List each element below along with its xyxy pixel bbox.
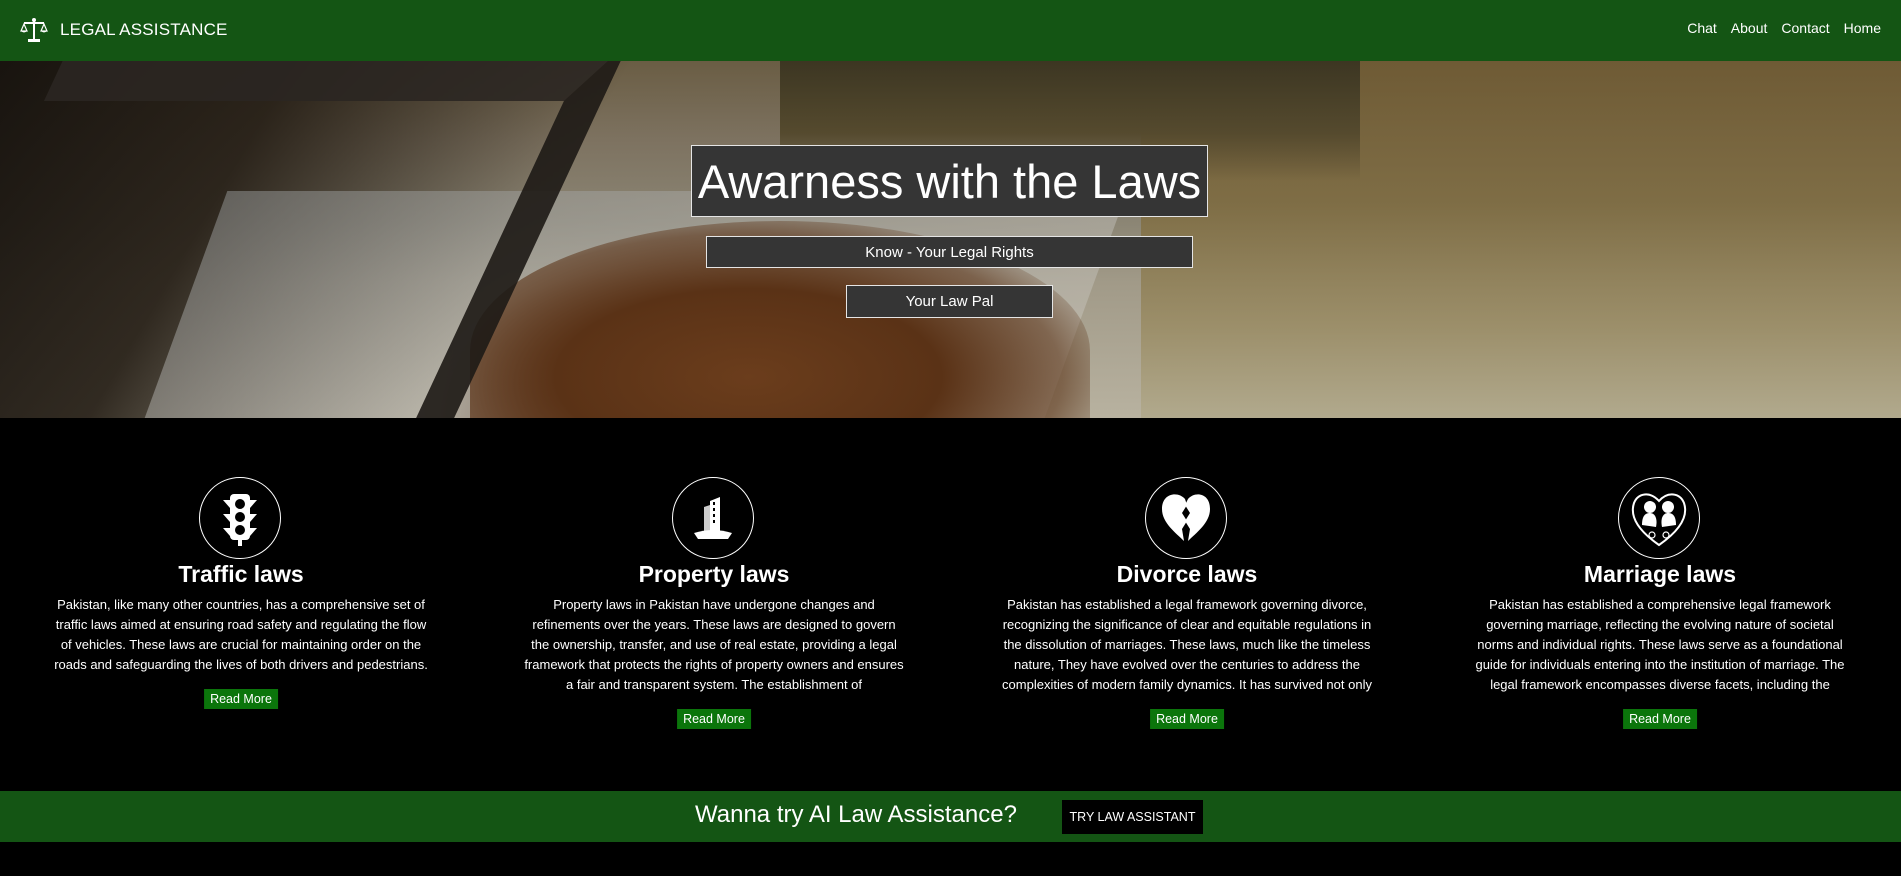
card-description: Pakistan has established a legal framewo… [1002,597,1372,692]
navbar: LEGAL ASSISTANCE Chat About Contact Home [0,0,1901,61]
building-icon [672,477,754,559]
card-title: Marriage laws [1583,561,1737,587]
broken-heart-icon [1145,477,1227,559]
read-more-button[interactable]: Read More [1623,709,1697,729]
read-more-button[interactable]: Read More [204,689,278,709]
card-title: Property laws [638,561,790,587]
nav-links: Chat About Contact Home [1673,20,1881,36]
nav-link-about[interactable]: About [1731,20,1768,36]
scales-of-justice-icon [20,18,48,42]
cta-bar: Wanna try AI Law Assistance? TRY LAW ASS… [0,791,1901,842]
hero-subtitle: Know - Your Legal Rights [706,236,1193,268]
nav-link-home[interactable]: Home [1844,20,1881,36]
brand-name: LEGAL ASSISTANCE [60,20,228,39]
traffic-light-icon [199,477,281,559]
cta-text: Wanna try AI Law Assistance? [695,801,1017,828]
couple-heart-icon [1618,477,1700,559]
nav-link-chat[interactable]: Chat [1687,20,1717,36]
card-description: Property laws in Pakistan have undergone… [524,597,904,692]
card-title: Divorce laws [1116,561,1258,587]
brand[interactable]: LEGAL ASSISTANCE [20,14,228,46]
read-more-button[interactable]: Read More [1150,709,1224,729]
read-more-button[interactable]: Read More [677,709,751,729]
card-description: Pakistan has established a comprehensive… [1475,597,1845,692]
nav-link-contact[interactable]: Contact [1781,20,1829,36]
card-description: Pakistan, like many other countries, has… [54,597,428,672]
law-pal-button[interactable]: Your Law Pal [846,285,1053,318]
law-categories: Traffic laws Pakistan, like many other c… [0,418,1901,790]
card-title: Traffic laws [178,561,304,587]
hero-title: Awarness with the Laws [691,145,1208,217]
try-law-assistant-button[interactable]: TRY LAW ASSISTANT [1062,800,1203,834]
